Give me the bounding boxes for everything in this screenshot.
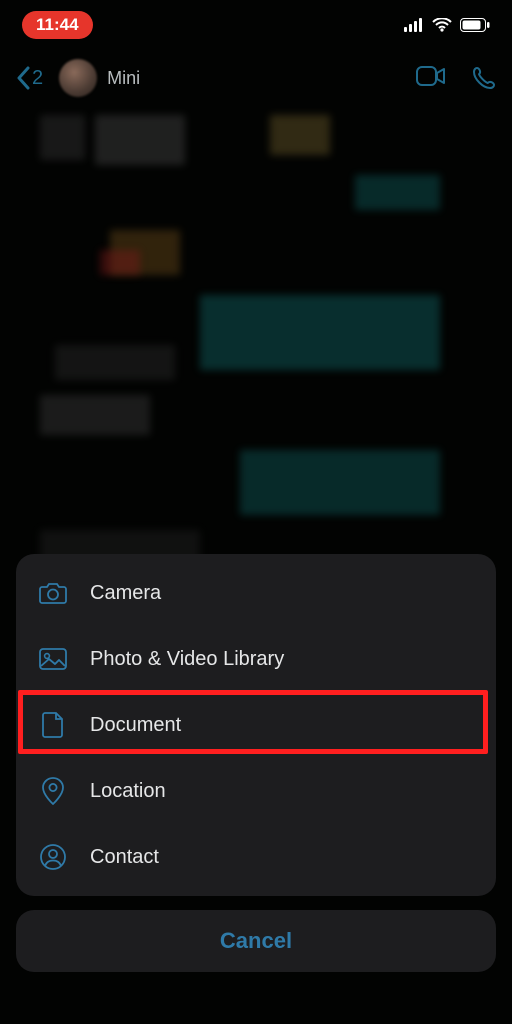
chat-header: 2 Mini — [0, 52, 512, 104]
sheet-item-photo-library[interactable]: Photo & Video Library — [16, 626, 496, 692]
sheet-item-contact[interactable]: Contact — [16, 824, 496, 890]
sheet-item-label: Photo & Video Library — [90, 648, 284, 671]
status-icons — [404, 18, 490, 32]
sheet-item-location[interactable]: Location — [16, 758, 496, 824]
sheet-item-label: Contact — [90, 846, 159, 869]
contact-name[interactable]: Mini — [107, 68, 140, 89]
sheet-item-label: Document — [90, 714, 181, 737]
status-time: 11:44 — [22, 11, 93, 39]
voice-call-button[interactable] — [472, 66, 496, 90]
status-bar: 11:44 — [0, 0, 512, 50]
cancel-label: Cancel — [220, 928, 292, 954]
camera-icon — [38, 582, 68, 604]
sheet-item-camera[interactable]: Camera — [16, 560, 496, 626]
attachment-sheet-container: Camera Photo & Video Library Document Lo… — [0, 554, 512, 1024]
chevron-left-icon — [16, 66, 30, 90]
sheet-item-label: Location — [90, 780, 166, 803]
photo-icon — [38, 648, 68, 670]
cellular-icon — [404, 18, 424, 32]
wifi-icon — [432, 18, 452, 32]
video-call-button[interactable] — [416, 66, 446, 90]
attachment-sheet: Camera Photo & Video Library Document Lo… — [16, 554, 496, 896]
location-icon — [38, 777, 68, 805]
sheet-item-document[interactable]: Document — [16, 692, 496, 758]
battery-icon — [460, 18, 490, 32]
phone-screen: 11:44 2 Mini — [0, 0, 512, 1024]
avatar[interactable] — [59, 59, 97, 97]
sheet-item-label: Camera — [90, 582, 161, 605]
back-count: 2 — [32, 67, 43, 90]
cancel-button[interactable]: Cancel — [16, 910, 496, 972]
contact-icon — [38, 844, 68, 870]
back-button[interactable]: 2 — [16, 66, 43, 90]
document-icon — [38, 712, 68, 738]
